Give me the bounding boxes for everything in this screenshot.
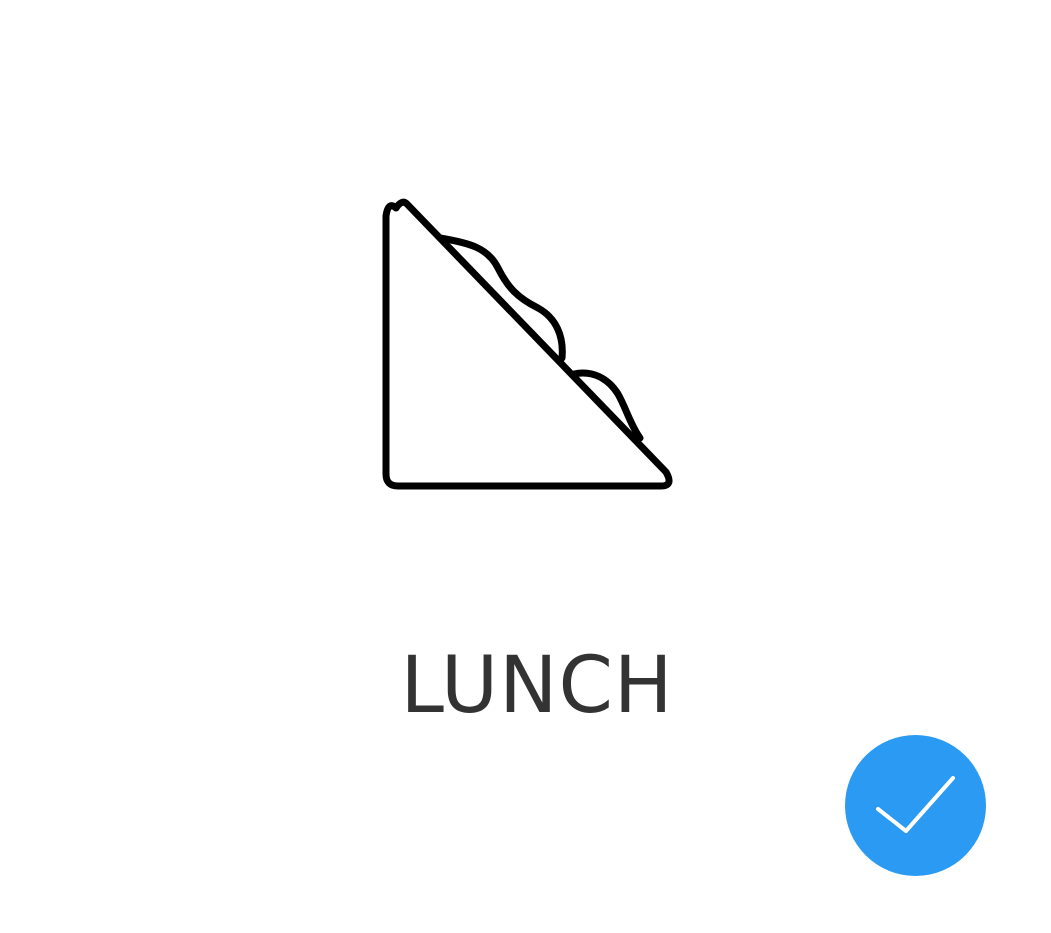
meal-option-card[interactable]: LUNCH — [0, 0, 1051, 933]
selected-check-badge[interactable] — [845, 735, 986, 876]
sandwich-icon — [378, 196, 678, 496]
meal-label: LUNCH — [400, 641, 674, 731]
